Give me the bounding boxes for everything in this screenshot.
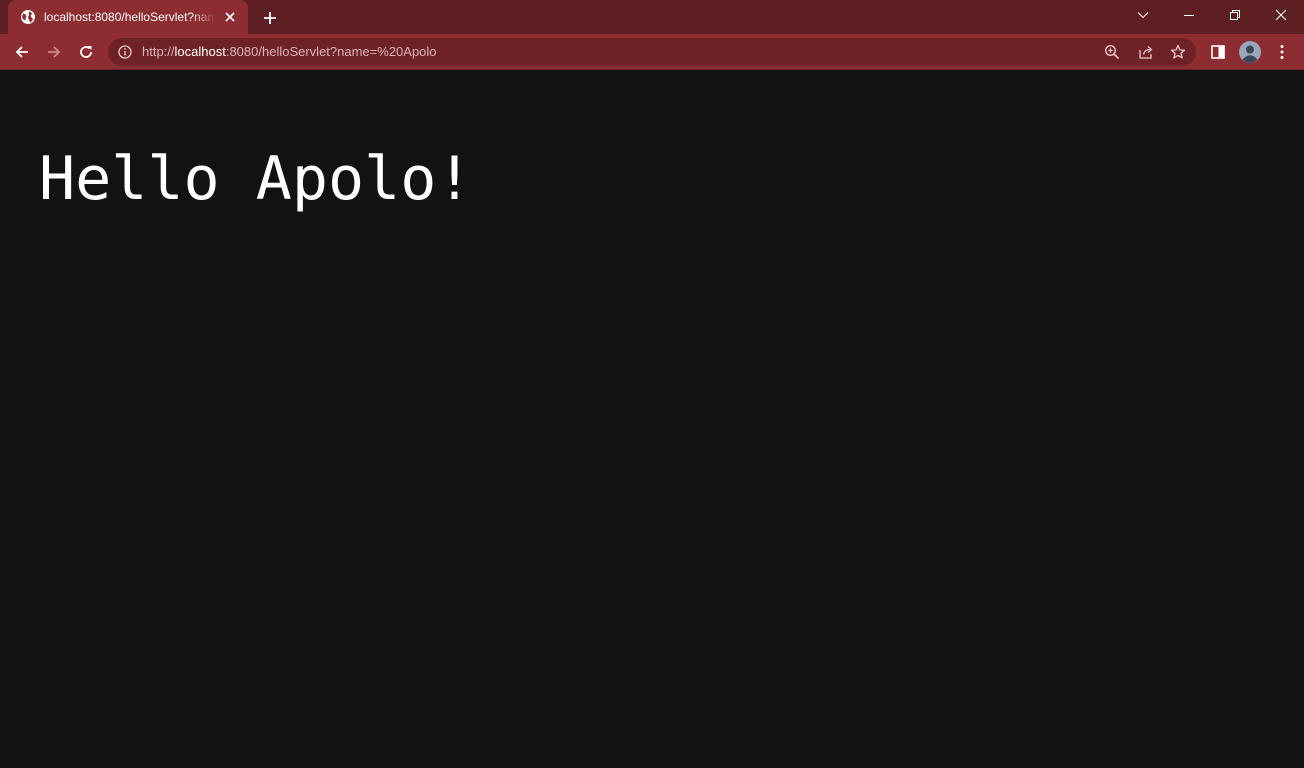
restore-button[interactable] [1212, 0, 1258, 30]
active-tab[interactable]: localhost:8080/helloServlet?name=%20Apol… [8, 0, 248, 34]
page-heading: Hello Apolo! [39, 144, 473, 214]
side-panel-icon [1211, 45, 1225, 59]
arrow-right-icon [48, 46, 61, 58]
globe-icon [21, 10, 35, 24]
avatar [1239, 41, 1261, 63]
minimize-icon [1184, 15, 1194, 16]
browser-toolbar: http://localhost:8080/helloServlet?name=… [0, 34, 1304, 70]
star-icon[interactable] [1170, 44, 1186, 60]
profile-button[interactable] [1236, 38, 1264, 66]
info-icon[interactable] [118, 45, 132, 59]
browser-title-bar: localhost:8080/helloServlet?name=%20Apol… [0, 0, 1304, 34]
url-text[interactable]: http://localhost:8080/helloServlet?name=… [142, 38, 437, 66]
reload-icon [80, 46, 92, 58]
restore-icon [1230, 10, 1240, 20]
reload-button[interactable] [72, 38, 100, 66]
new-tab-button[interactable] [258, 6, 282, 30]
menu-button[interactable] [1268, 38, 1296, 66]
plus-icon [264, 12, 276, 24]
arrow-left-icon [15, 46, 28, 58]
side-panel-button[interactable] [1204, 38, 1232, 66]
tab-search-button[interactable] [1120, 0, 1166, 30]
minimize-button[interactable] [1166, 0, 1212, 30]
more-vertical-icon [1280, 45, 1284, 59]
tab-close-button[interactable] [222, 9, 238, 25]
url-host: localhost [174, 44, 226, 59]
url-scheme: http:// [142, 44, 175, 59]
close-icon [225, 12, 235, 22]
forward-button[interactable] [40, 38, 68, 66]
page-viewport: Hello Apolo! [0, 71, 1304, 768]
close-icon [1275, 9, 1287, 21]
close-window-button[interactable] [1258, 0, 1304, 30]
chevron-down-icon [1137, 12, 1149, 19]
zoom-in-icon[interactable] [1104, 44, 1120, 60]
back-button[interactable] [8, 38, 36, 66]
address-bar[interactable]: http://localhost:8080/helloServlet?name=… [108, 38, 1196, 66]
share-icon[interactable] [1138, 44, 1154, 60]
tab-title: localhost:8080/helloServlet?name=%20Apol… [44, 10, 216, 24]
url-path: :8080/helloServlet?name=%20Apolo [225, 44, 437, 59]
